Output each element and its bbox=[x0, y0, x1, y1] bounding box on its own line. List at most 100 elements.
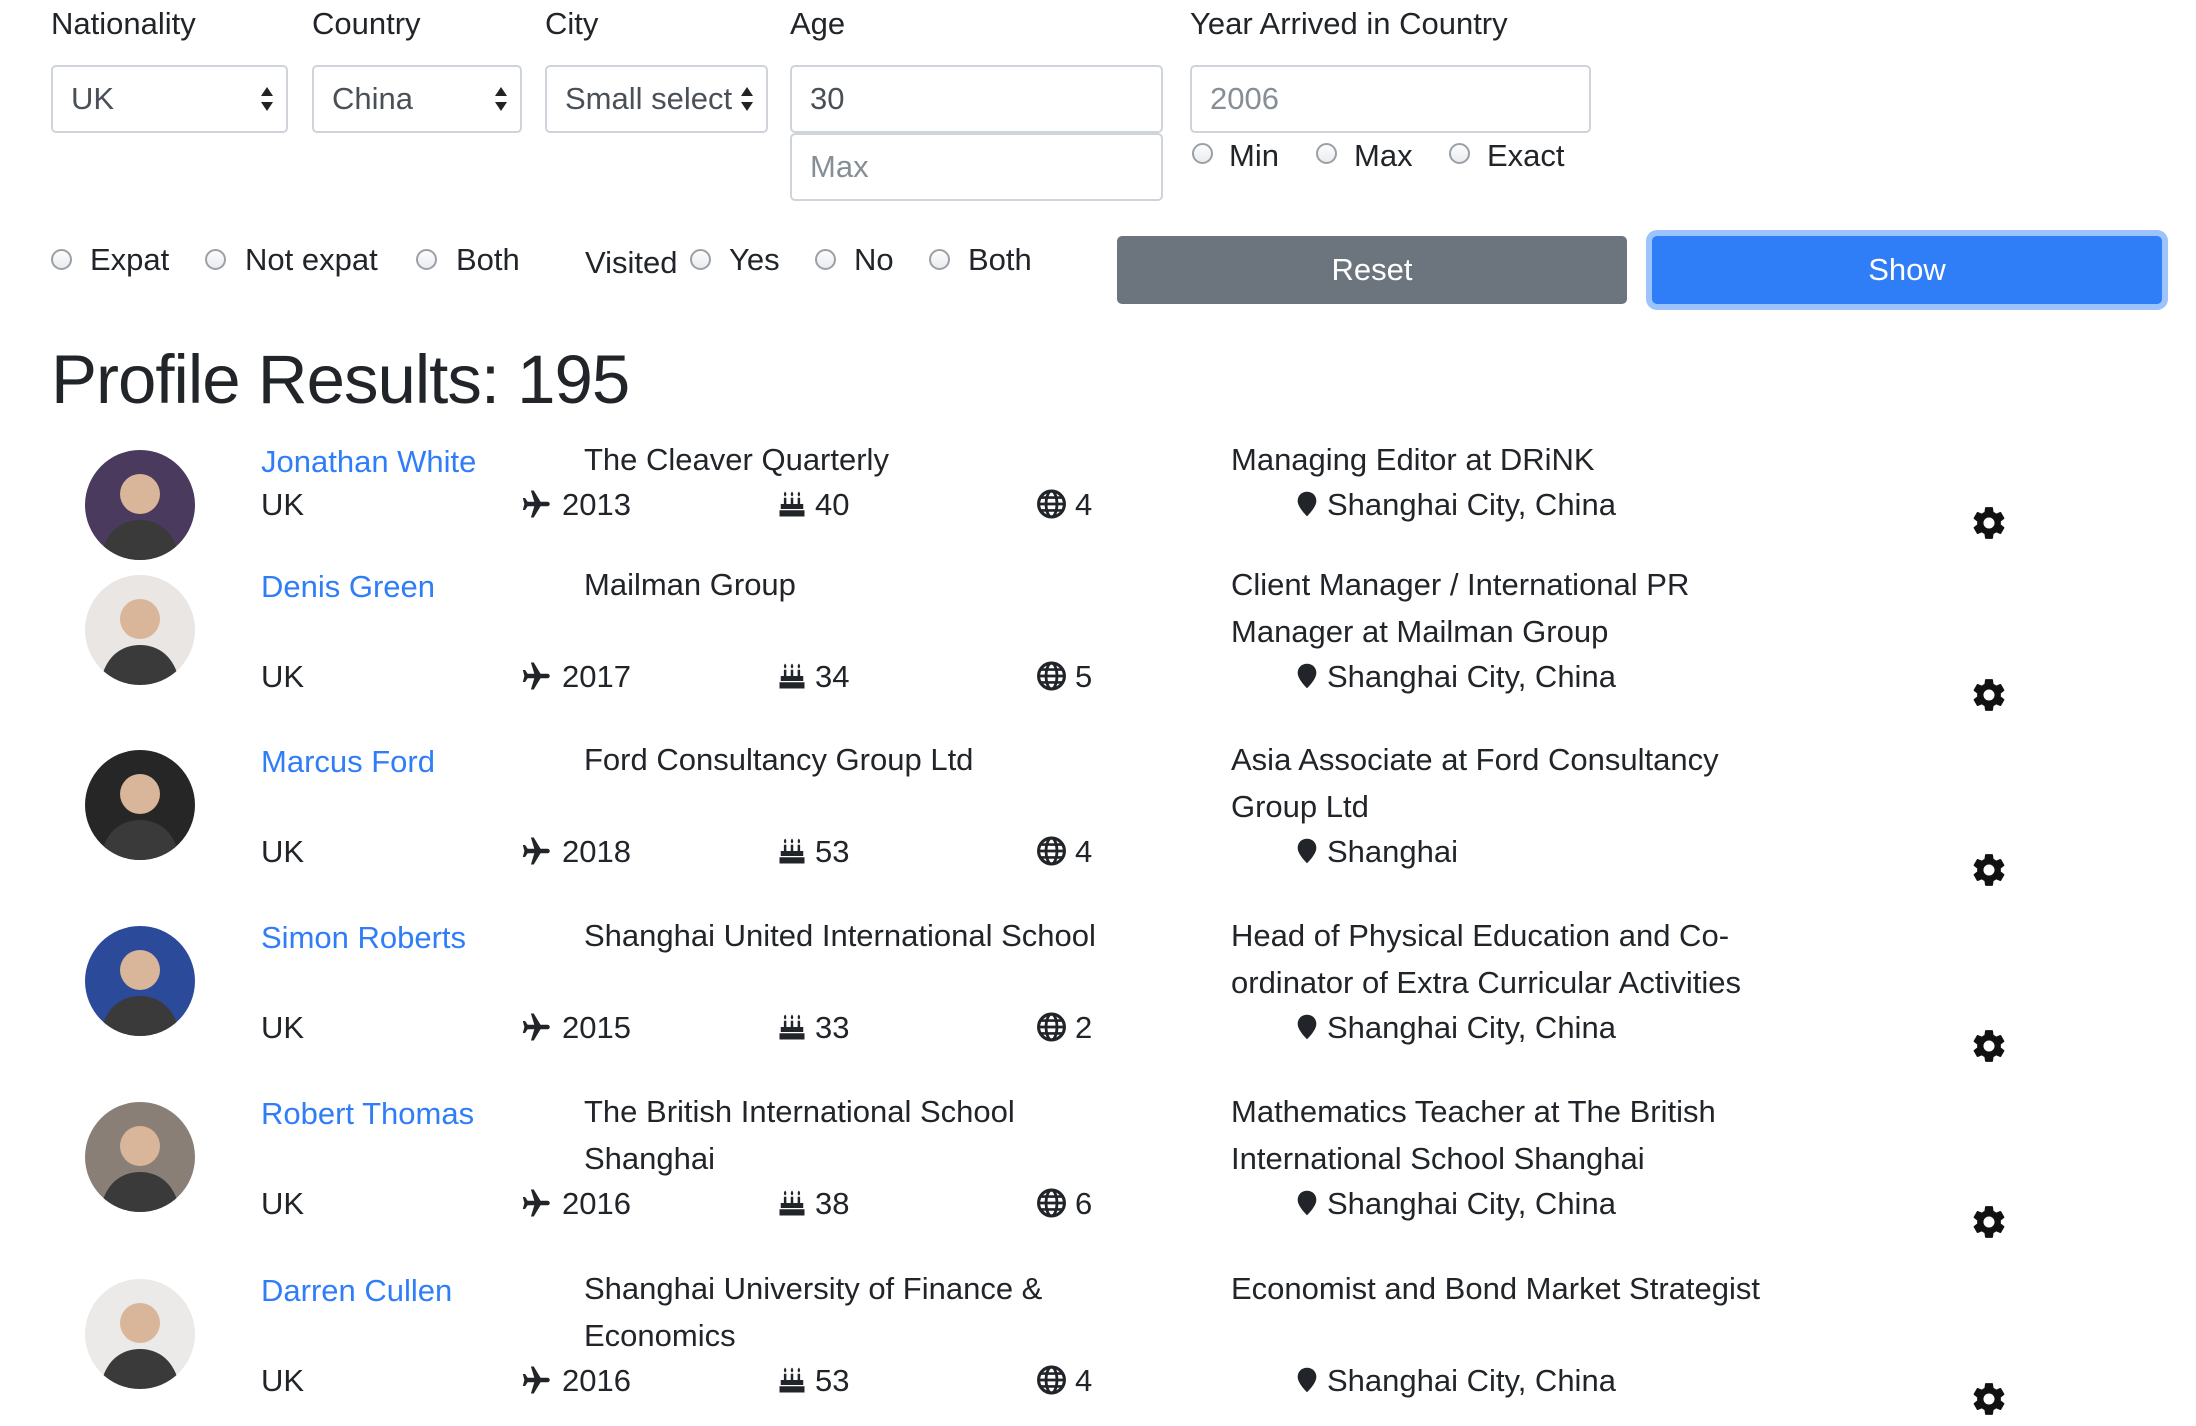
map-marker-icon bbox=[1293, 1186, 1321, 1220]
age-min-input[interactable]: 30 bbox=[790, 65, 1163, 133]
nationality-select-value: UK bbox=[71, 81, 115, 116]
city-select-value: Small select bbox=[565, 81, 733, 116]
country-label: Country bbox=[312, 6, 421, 41]
expat-label: Expat bbox=[90, 242, 170, 277]
expat-both-label: Both bbox=[456, 242, 520, 277]
profile-location: Shanghai City, China bbox=[1327, 1010, 1616, 1045]
year-arrived-input[interactable]: 2006 bbox=[1190, 65, 1591, 133]
visited-yes-radio[interactable] bbox=[690, 249, 711, 270]
nationality-select[interactable]: UK bbox=[51, 65, 288, 133]
nationality-label: Nationality bbox=[51, 6, 196, 41]
profile-name-link[interactable]: Simon Roberts bbox=[261, 920, 466, 956]
profile-countries-count: 5 bbox=[1075, 659, 1093, 694]
plane-icon bbox=[520, 1186, 554, 1220]
profile-nationality: UK bbox=[261, 659, 305, 694]
results-title: Profile Results: 195 bbox=[51, 341, 630, 418]
year-max-radio[interactable] bbox=[1316, 143, 1337, 164]
profile-company: Mailman Group bbox=[584, 567, 796, 602]
plane-icon bbox=[520, 834, 554, 868]
age-min-value: 30 bbox=[810, 81, 845, 116]
gear-icon[interactable] bbox=[1970, 1203, 2008, 1241]
profile-location: Shanghai City, China bbox=[1327, 659, 1616, 694]
profile-name-link[interactable]: Denis Green bbox=[261, 569, 435, 605]
birthday-cake-icon bbox=[777, 659, 807, 693]
profile-year-arrived: 2016 bbox=[562, 1363, 631, 1398]
map-marker-icon bbox=[1293, 834, 1321, 868]
gear-icon[interactable] bbox=[1970, 1027, 2008, 1065]
birthday-cake-icon bbox=[777, 834, 807, 868]
globe-icon bbox=[1036, 659, 1067, 693]
visited-no-label: No bbox=[854, 242, 894, 277]
profile-countries-count: 4 bbox=[1075, 834, 1093, 869]
birthday-cake-icon bbox=[777, 1010, 807, 1044]
profile-nationality: UK bbox=[261, 1010, 305, 1045]
gear-icon[interactable] bbox=[1970, 504, 2008, 542]
profile-company: The British International School Shangha… bbox=[584, 1094, 1015, 1176]
city-label: City bbox=[545, 6, 599, 41]
select-arrows-icon bbox=[740, 86, 754, 112]
year-arrived-label: Year Arrived in Country bbox=[1190, 6, 1508, 41]
select-arrows-icon bbox=[494, 86, 508, 112]
avatar[interactable] bbox=[85, 750, 195, 860]
profile-countries-count: 6 bbox=[1075, 1186, 1093, 1221]
profile-countries-count: 4 bbox=[1075, 1363, 1093, 1398]
profile-position: Head of Physical Education and Co-ordina… bbox=[1231, 918, 1741, 1000]
expat-both-radio[interactable] bbox=[416, 249, 437, 270]
profile-countries-count: 4 bbox=[1075, 487, 1093, 522]
profile-location: Shanghai bbox=[1327, 834, 1459, 869]
select-arrows-icon bbox=[260, 86, 274, 112]
profile-position: Client Manager / International PR Manage… bbox=[1231, 567, 1690, 649]
plane-icon bbox=[520, 1363, 554, 1397]
profile-name-link[interactable]: Jonathan White bbox=[261, 444, 476, 480]
not-expat-radio[interactable] bbox=[205, 249, 226, 270]
age-max-placeholder: Max bbox=[810, 149, 869, 184]
show-button[interactable]: Show bbox=[1652, 236, 2162, 304]
globe-icon bbox=[1036, 487, 1067, 521]
expat-radio[interactable] bbox=[51, 249, 72, 270]
visited-both-radio[interactable] bbox=[929, 249, 950, 270]
birthday-cake-icon bbox=[777, 1363, 807, 1397]
country-select-value: China bbox=[332, 81, 413, 116]
profile-year-arrived: 2018 bbox=[562, 834, 631, 869]
gear-icon[interactable] bbox=[1970, 851, 2008, 889]
map-marker-icon bbox=[1293, 1010, 1321, 1044]
visited-yes-label: Yes bbox=[729, 242, 780, 277]
avatar[interactable] bbox=[85, 450, 195, 560]
country-select[interactable]: China bbox=[312, 65, 522, 133]
profile-name-link[interactable]: Darren Cullen bbox=[261, 1273, 452, 1309]
profile-year-arrived: 2016 bbox=[562, 1186, 631, 1221]
avatar[interactable] bbox=[85, 1279, 195, 1389]
age-max-input[interactable]: Max bbox=[790, 133, 1163, 201]
not-expat-label: Not expat bbox=[245, 242, 378, 277]
profile-location: Shanghai City, China bbox=[1327, 1186, 1616, 1221]
profile-countries-count: 2 bbox=[1075, 1010, 1093, 1045]
profile-nationality: UK bbox=[261, 487, 305, 522]
profile-location: Shanghai City, China bbox=[1327, 1363, 1616, 1398]
profile-age: 34 bbox=[815, 659, 850, 694]
profile-name-link[interactable]: Marcus Ford bbox=[261, 744, 435, 780]
city-select[interactable]: Small select bbox=[545, 65, 768, 133]
globe-icon bbox=[1036, 834, 1067, 868]
avatar[interactable] bbox=[85, 926, 195, 1036]
profile-nationality: UK bbox=[261, 1186, 305, 1221]
map-marker-icon bbox=[1293, 1363, 1321, 1397]
year-max-label: Max bbox=[1354, 138, 1413, 173]
profile-name-link[interactable]: Robert Thomas bbox=[261, 1096, 474, 1132]
profile-year-arrived: 2015 bbox=[562, 1010, 631, 1045]
profile-position: Managing Editor at DRiNK bbox=[1231, 442, 1595, 477]
avatar[interactable] bbox=[85, 575, 195, 685]
avatar[interactable] bbox=[85, 1102, 195, 1212]
profile-nationality: UK bbox=[261, 834, 305, 869]
visited-no-radio[interactable] bbox=[815, 249, 836, 270]
gear-icon[interactable] bbox=[1970, 676, 2008, 714]
birthday-cake-icon bbox=[777, 1186, 807, 1220]
profile-age: 38 bbox=[815, 1186, 850, 1221]
birthday-cake-icon bbox=[777, 487, 807, 521]
reset-button[interactable]: Reset bbox=[1117, 236, 1627, 304]
profile-company: Ford Consultancy Group Ltd bbox=[584, 742, 974, 777]
year-exact-radio[interactable] bbox=[1449, 143, 1470, 164]
gear-icon[interactable] bbox=[1970, 1380, 2008, 1418]
profile-age: 53 bbox=[815, 1363, 850, 1398]
year-min-radio[interactable] bbox=[1192, 143, 1213, 164]
profile-position: Economist and Bond Market Strategist bbox=[1231, 1271, 1760, 1306]
